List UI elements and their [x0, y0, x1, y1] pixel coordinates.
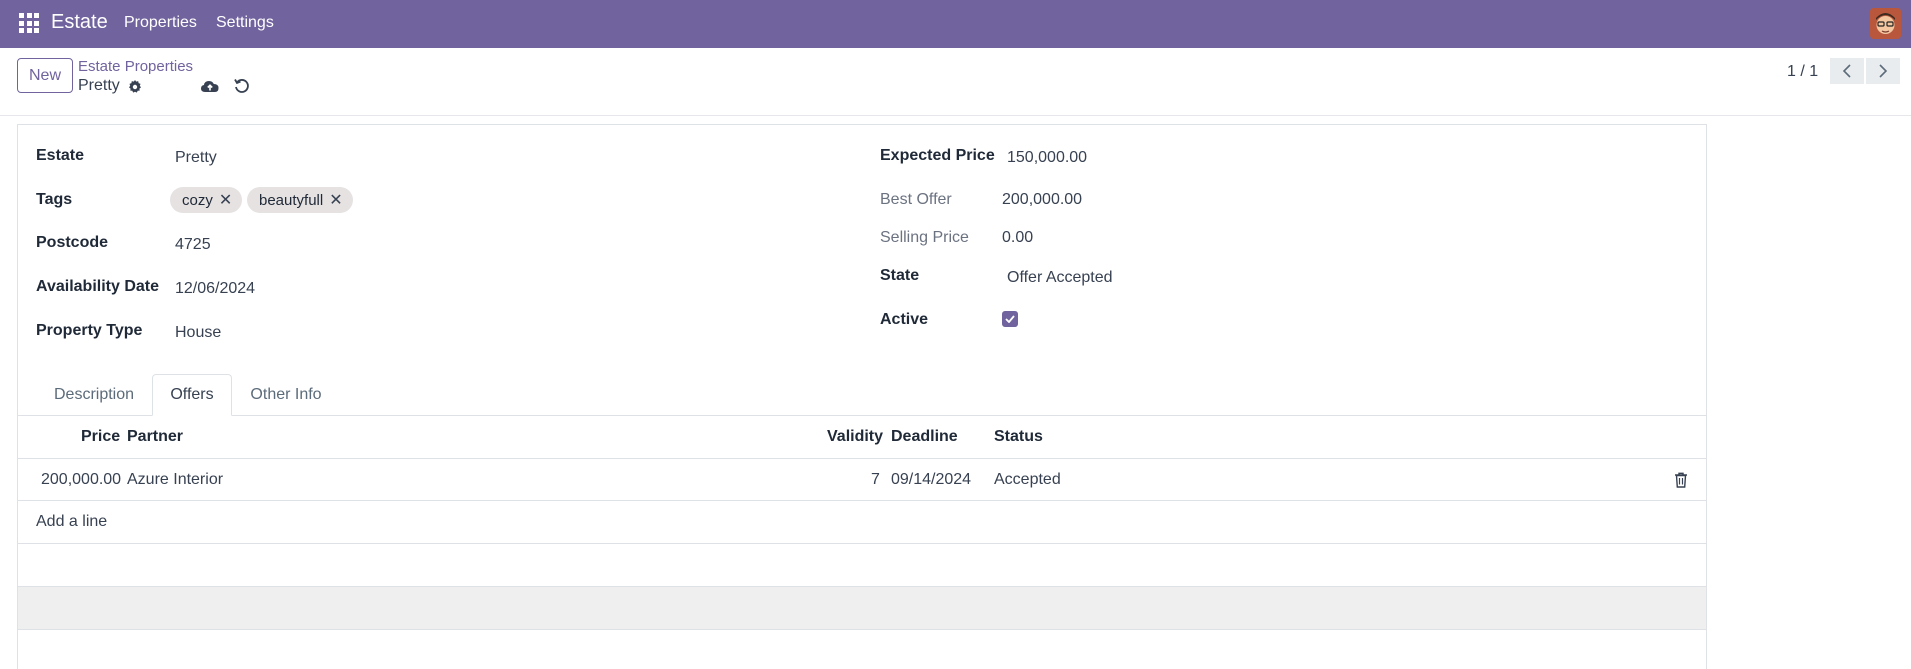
chevron-left-icon: [1842, 64, 1851, 78]
app-brand[interactable]: Estate: [51, 11, 108, 34]
tag-beautyfull: beautyfull ✕: [247, 187, 353, 213]
top-navbar: Estate Properties Settings: [0, 0, 1911, 48]
pager-previous-button[interactable]: [1830, 58, 1864, 84]
postcode-label: Postcode: [36, 234, 109, 251]
table-divider: [18, 458, 1706, 459]
remove-tag-icon[interactable]: ✕: [329, 190, 342, 210]
expected-price-label: Expected Price: [880, 147, 995, 164]
offer-deadline-cell[interactable]: 09/14/2024: [891, 471, 971, 489]
offer-status-cell[interactable]: Accepted: [994, 471, 1061, 489]
tab-description[interactable]: Description: [37, 374, 151, 416]
offer-price-cell[interactable]: 200,000.00: [41, 471, 121, 489]
active-label: Active: [880, 311, 929, 328]
table-divider: [18, 543, 1706, 544]
apps-grid-icon[interactable]: [19, 13, 39, 33]
state-label: State: [880, 267, 920, 284]
offer-validity-cell[interactable]: 7: [871, 471, 880, 489]
expected-price-field[interactable]: 150,000.00: [1007, 149, 1087, 167]
estate-field[interactable]: Pretty: [175, 149, 217, 167]
tab-other-info[interactable]: Other Info: [233, 374, 339, 416]
checkmark-icon: [1005, 315, 1015, 323]
table-footer-row: [18, 587, 1706, 629]
tag-cozy: cozy ✕: [170, 187, 243, 213]
property-type-field[interactable]: House: [175, 324, 221, 342]
trash-icon[interactable]: [1674, 472, 1688, 488]
menu-properties[interactable]: Properties: [124, 14, 197, 32]
tag-label: beautyfull: [259, 191, 324, 209]
table-divider: [18, 629, 1706, 630]
availability-date-field[interactable]: 12/06/2024: [175, 280, 255, 298]
column-header-deadline[interactable]: Deadline: [891, 428, 958, 446]
column-header-status[interactable]: Status: [994, 428, 1043, 446]
tags-label: Tags: [36, 191, 73, 208]
gear-icon[interactable]: [127, 79, 143, 95]
remove-tag-icon[interactable]: ✕: [219, 190, 232, 210]
menu-settings[interactable]: Settings: [216, 14, 274, 32]
pager-next-button[interactable]: [1866, 58, 1900, 84]
column-header-validity[interactable]: Validity: [827, 428, 883, 446]
tag-label: cozy: [182, 191, 213, 209]
control-panel: New Estate Properties Pretty 1 / 1: [0, 48, 1911, 116]
column-header-partner[interactable]: Partner: [127, 428, 183, 446]
state-field[interactable]: Offer Accepted: [1007, 269, 1113, 287]
tab-offers[interactable]: Offers: [152, 374, 232, 416]
postcode-field[interactable]: 4725: [175, 236, 211, 254]
estate-label: Estate: [36, 147, 85, 164]
availability-date-label: Availability Date: [36, 278, 160, 295]
selling-price-label: Selling Price: [880, 229, 969, 246]
breadcrumb-current: Pretty: [78, 77, 120, 94]
new-button[interactable]: New: [17, 58, 73, 93]
property-type-label: Property Type: [36, 322, 143, 339]
best-offer-value: 200,000.00: [1002, 191, 1083, 208]
breadcrumb-parent[interactable]: Estate Properties: [78, 58, 193, 75]
pager-value[interactable]: 1 / 1: [1787, 63, 1818, 81]
discard-icon[interactable]: [233, 77, 251, 95]
best-offer-label: Best Offer: [880, 191, 952, 208]
chevron-right-icon: [1879, 64, 1888, 78]
cloud-upload-icon[interactable]: [200, 78, 220, 96]
selling-price-value: 0.00: [1002, 229, 1034, 246]
column-header-price[interactable]: Price: [81, 428, 120, 446]
user-avatar[interactable]: [1870, 8, 1901, 39]
active-checkbox[interactable]: [1002, 311, 1018, 327]
offer-partner-cell[interactable]: Azure Interior: [127, 471, 223, 489]
add-line-link[interactable]: Add a line: [36, 513, 107, 531]
table-divider: [18, 500, 1706, 501]
